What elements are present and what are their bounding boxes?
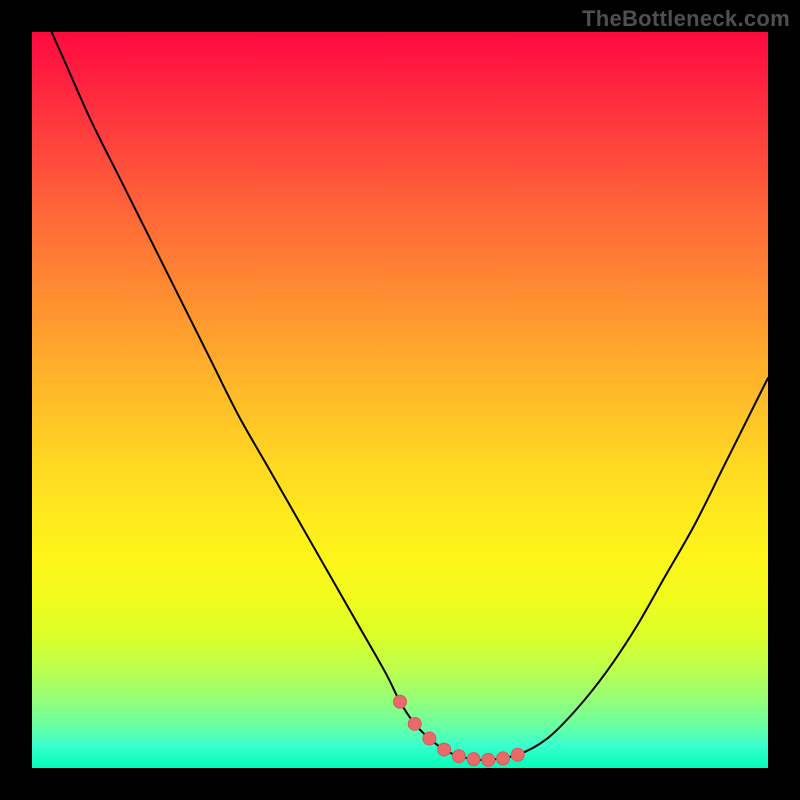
marker-dot — [452, 750, 465, 763]
plot-area — [32, 32, 768, 768]
marker-dot — [467, 753, 480, 766]
marker-dot — [408, 717, 421, 730]
marker-dot — [482, 753, 495, 766]
chart-frame: TheBottleneck.com — [0, 0, 800, 800]
marker-dot — [497, 752, 510, 765]
bottleneck-curve — [32, 0, 768, 760]
watermark-label: TheBottleneck.com — [582, 6, 790, 32]
marker-dot — [423, 732, 436, 745]
marker-dot — [511, 748, 524, 761]
optimal-zone-markers — [394, 695, 525, 766]
marker-dot — [394, 695, 407, 708]
chart-svg — [32, 32, 768, 768]
marker-dot — [438, 743, 451, 756]
